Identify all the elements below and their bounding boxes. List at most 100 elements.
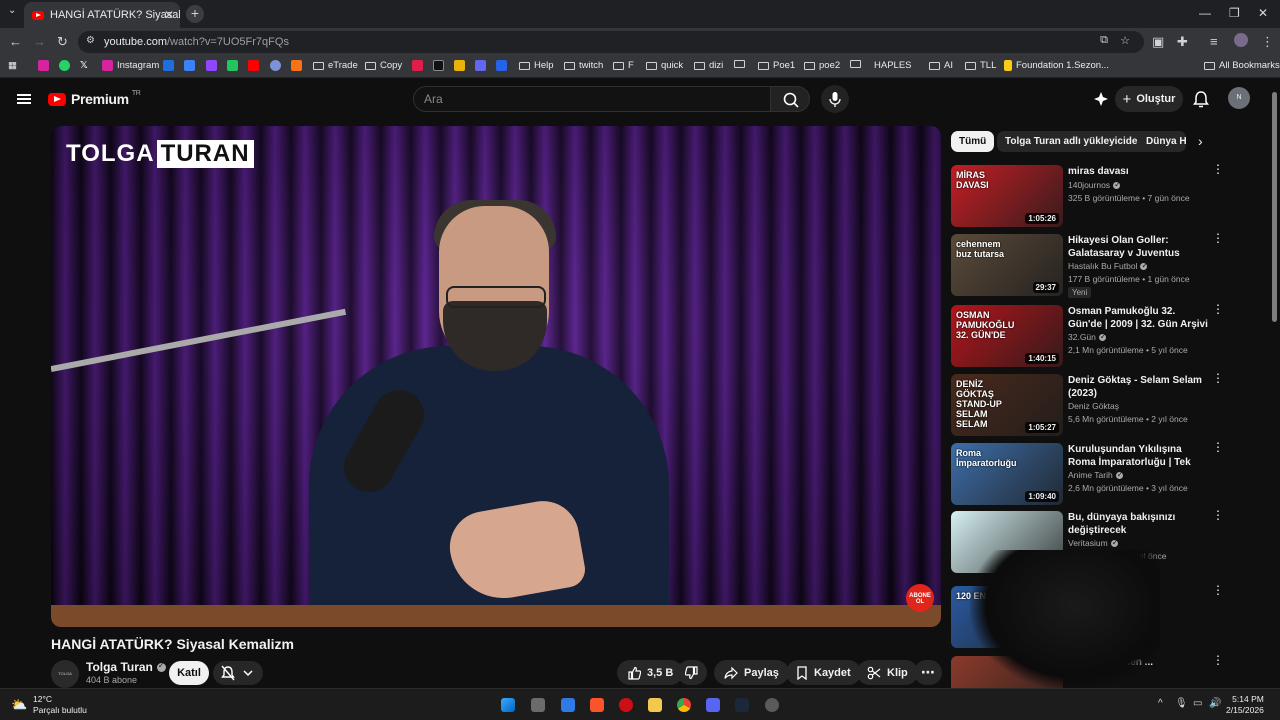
search-button[interactable]	[770, 86, 810, 112]
account-avatar[interactable]: N	[1228, 87, 1250, 109]
bookmark-favicon-x[interactable]: 𝕏	[80, 60, 88, 71]
menu-hamburger-icon[interactable]	[17, 94, 31, 104]
like-button[interactable]: 3,5 B	[617, 660, 684, 685]
recommendation-title[interactable]: Osman Pamukoğlu 32. Gün'de | 2009 | 32. …	[1068, 305, 1208, 331]
recommendation-title[interactable]: Hikayesi Olan Goller: Galatasaray v Juve…	[1068, 234, 1208, 260]
tab-active[interactable]: HANGİ ATATÜRK? Siyasal Kemal ✕	[24, 2, 180, 28]
url-bar[interactable]: ⚙ youtube.com/watch?v=7UO5Fr7qFQs ⧉ ☆	[78, 31, 1144, 53]
opera-browser-icon[interactable]	[619, 698, 633, 712]
recommendation-title[interactable]: Kuruluşundan Yıkılışına Roma İmparatorlu…	[1068, 443, 1208, 469]
recommendation-more-icon[interactable]: ⋮	[1212, 441, 1224, 453]
recommendation-channel[interactable]: Anime Tarih	[1068, 470, 1123, 481]
recommendation-channel[interactable]: 32.Gün	[1068, 332, 1107, 343]
recommendation-item[interactable]: DENİZ GÖKTAŞ STAND-UP SELAM SELAM 1:05:27…	[951, 372, 1261, 436]
recommendation-item[interactable]: MİRAS DAVASI 1:05:26 miras davası 140journo…	[951, 163, 1261, 227]
recommendation-title[interactable]: Bu, dünyaya bakışınızı değiştirecek	[1068, 511, 1208, 537]
forward-icon[interactable]: →	[33, 34, 46, 49]
recommendation-title[interactable]: miras davası	[1068, 165, 1208, 178]
tab-list-icon[interactable]: ≡	[1210, 34, 1218, 49]
new-tab-button[interactable]: +	[186, 5, 204, 23]
bookmark-folder-unnamed-2[interactable]	[850, 60, 861, 68]
chrome-browser-icon[interactable]	[677, 698, 691, 712]
search-input[interactable]: Ara	[413, 86, 771, 112]
recommendation-thumbnail[interactable]: DENİZ GÖKTAŞ STAND-UP SELAM SELAM 1:05:27	[951, 374, 1063, 436]
bookmark-favicon-twitch[interactable]	[206, 60, 217, 71]
tray-chevron-icon[interactable]: ^	[1158, 698, 1163, 709]
browser-menu-icon[interactable]: ⋮	[1261, 34, 1274, 50]
start-windows-icon[interactable]	[501, 698, 515, 712]
voice-search-button[interactable]	[821, 85, 849, 113]
brave-browser-icon[interactable]	[590, 698, 604, 712]
recommendation-more-icon[interactable]: ⋮	[1212, 509, 1224, 521]
bookmark-quick[interactable]: quick	[646, 60, 683, 71]
install-app-icon[interactable]: ⧉	[1100, 34, 1108, 47]
recommendation-thumbnail[interactable]: Roma İmparatorluğu 1:09:40	[951, 443, 1063, 505]
recommendation-more-icon[interactable]: ⋮	[1212, 163, 1224, 175]
chips-next-chevron-icon[interactable]: ›	[1198, 133, 1203, 149]
bookmark-instagram[interactable]: Instagram	[102, 60, 159, 71]
bookmark-twitch[interactable]: twitch	[564, 60, 603, 71]
ai-sparkle-icon[interactable]	[1092, 90, 1110, 108]
apps-grid-icon[interactable]: ▦	[8, 60, 17, 71]
recommendation-item[interactable]: Roma İmparatorluğu 1:09:40 Kuruluşundan Yı…	[951, 441, 1261, 505]
bookmark-favicon-8[interactable]	[454, 60, 465, 71]
recommendation-channel[interactable]: Veritasium	[1068, 538, 1118, 549]
bookmark-favicon-6[interactable]	[412, 60, 423, 71]
discord-icon[interactable]	[706, 698, 720, 712]
network-icon[interactable]: ▭	[1193, 698, 1202, 709]
todo-app-icon[interactable]	[561, 698, 575, 712]
bookmark-f[interactable]: F	[613, 60, 634, 71]
recommendation-more-icon[interactable]: ⋮	[1212, 232, 1224, 244]
bookmark-favicon-3[interactable]	[227, 60, 238, 71]
bookmark-haples[interactable]: HAPLES	[874, 60, 912, 71]
video-player[interactable]: TOLGA TURAN ABONE OL	[51, 126, 941, 627]
all-bookmarks[interactable]: All Bookmarks	[1204, 60, 1280, 71]
close-window-icon[interactable]: ✕	[1258, 6, 1268, 20]
more-actions-icon[interactable]: ⋯	[914, 660, 942, 685]
app-icon[interactable]	[765, 698, 779, 712]
dislike-button[interactable]	[677, 660, 707, 685]
bookmark-favicon-9[interactable]	[475, 60, 486, 71]
bookmark-foundation[interactable]: Foundation 1.Sezon...	[1004, 60, 1109, 71]
tab-search-icon[interactable]: ⌄	[8, 5, 16, 16]
bookmark-tll[interactable]: TLL	[965, 60, 996, 71]
bookmark-favicon-1[interactable]	[163, 60, 174, 71]
microphone-tray-icon[interactable]: 🎙	[1175, 698, 1188, 709]
recommendation-thumbnail[interactable]: OSMAN PAMUKOĞLU 32. GÜN'DE 1:40:15	[951, 305, 1063, 367]
notifications-bell-icon[interactable]	[1193, 90, 1209, 108]
weather-widget[interactable]: 12°C Parçalı bulutlu	[33, 694, 87, 716]
recommendation-more-icon[interactable]: ⋮	[1212, 303, 1224, 315]
bookmark-favicon-10[interactable]	[496, 60, 507, 71]
recommendation-item[interactable]: cehennem buz tutarsa 29:37 Hikayesi Olan G…	[951, 232, 1261, 298]
bookmark-favicon-4[interactable]	[270, 60, 281, 71]
tab-close-icon[interactable]: ✕	[164, 8, 174, 22]
recommendation-thumbnail[interactable]: cehennem buz tutarsa 29:37	[951, 234, 1063, 296]
bookmark-favicon-youtube[interactable]	[248, 60, 259, 71]
bookmark-favicon-whatsapp[interactable]	[59, 60, 70, 71]
subscribe-watermark-badge[interactable]: ABONE OL	[906, 584, 934, 612]
bookmark-favicon-instagram[interactable]	[38, 60, 49, 71]
bookmark-favicon-5[interactable]	[291, 60, 302, 71]
volume-icon[interactable]: 🔊	[1209, 698, 1221, 709]
recommendation-more-icon[interactable]: ⋮	[1212, 584, 1224, 596]
restore-icon[interactable]: ❐	[1229, 6, 1240, 20]
clip-button[interactable]: Klip	[857, 660, 918, 685]
bookmark-poe2[interactable]: poe2	[804, 60, 840, 71]
recommendation-channel[interactable]: Deniz Göktaş	[1068, 401, 1119, 411]
bookmark-etrade[interactable]: eTrade	[313, 60, 358, 71]
bookmark-ai[interactable]: AI	[929, 60, 953, 71]
channel-avatar[interactable]: TOLGA TURAN	[51, 660, 79, 704]
chip-uploader[interactable]: Tolga Turan adlı yükleyiciden	[997, 131, 1152, 152]
system-clock[interactable]: 5:14 PM 2/15/2026	[1226, 694, 1264, 716]
bookmark-poe1[interactable]: Poe1	[758, 60, 795, 71]
recommendation-channel[interactable]: 140journos	[1068, 180, 1121, 191]
bookmark-folder-unnamed[interactable]	[734, 60, 745, 68]
weather-cloud-icon[interactable]: ⛅	[11, 697, 27, 713]
file-explorer-icon[interactable]	[648, 698, 662, 712]
share-button[interactable]: Paylaş	[714, 660, 789, 685]
back-icon[interactable]: ←	[9, 34, 22, 49]
extensions-puzzle-icon[interactable]: ✚	[1177, 34, 1188, 50]
join-button[interactable]: Katıl	[169, 661, 209, 685]
recommendation-thumbnail[interactable]: MİRAS DAVASI 1:05:26	[951, 165, 1063, 227]
chip-all[interactable]: Tümü	[951, 131, 995, 152]
